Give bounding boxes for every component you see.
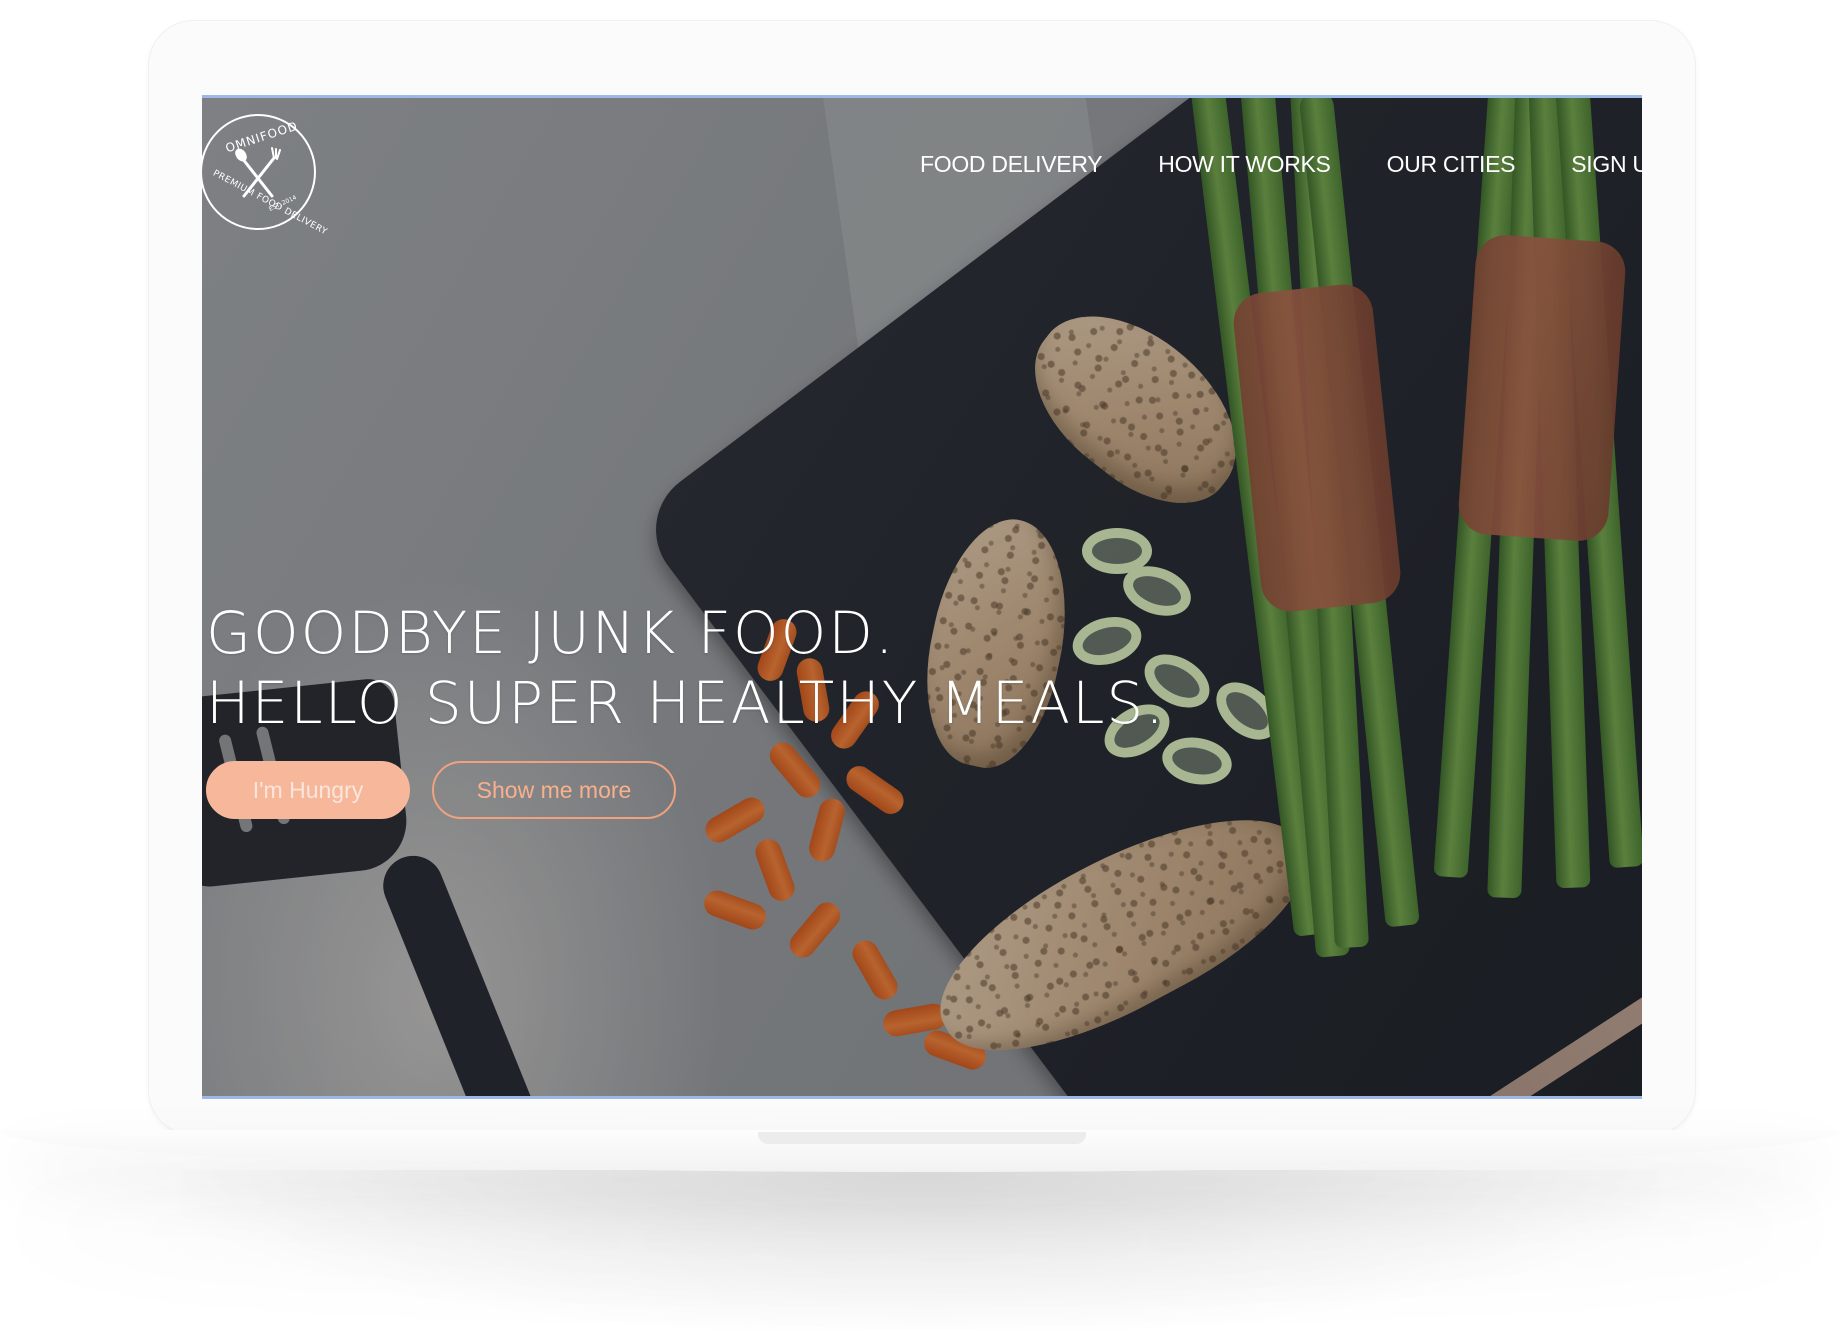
hero-heading-line-2: HELLO SUPER HEALTHY MEALS. (206, 669, 1166, 737)
omnifood-logo[interactable]: OMNIFOOD EST. 2014 PREMIUM FOOD DELIVERY (202, 114, 329, 237)
laptop-shadow (180, 1170, 1660, 1330)
hero-background-photo (202, 98, 1642, 1096)
laptop-notch (758, 1132, 1086, 1144)
hero-dark-overlay (202, 98, 1642, 1096)
main-nav: FOOD DELIVERY HOW IT WORKS OUR CITIES SI… (920, 151, 1642, 178)
website-screen: OMNIFOOD EST. 2014 PREMIUM FOOD DELIVERY… (202, 95, 1642, 1099)
im-hungry-button[interactable]: I'm Hungry (206, 761, 410, 819)
hero-heading-line-1: GOODBYE JUNK FOOD. (206, 599, 896, 667)
hero-heading: GOODBYE JUNK FOOD. HELLO SUPER HEALTHY M… (206, 598, 1166, 738)
nav-food-delivery[interactable]: FOOD DELIVERY (920, 151, 1103, 178)
nav-our-cities[interactable]: OUR CITIES (1387, 151, 1516, 178)
show-me-more-button[interactable]: Show me more (432, 761, 676, 819)
nav-how-it-works[interactable]: HOW IT WORKS (1158, 151, 1331, 178)
nav-sign-up[interactable]: SIGN U (1571, 151, 1642, 178)
